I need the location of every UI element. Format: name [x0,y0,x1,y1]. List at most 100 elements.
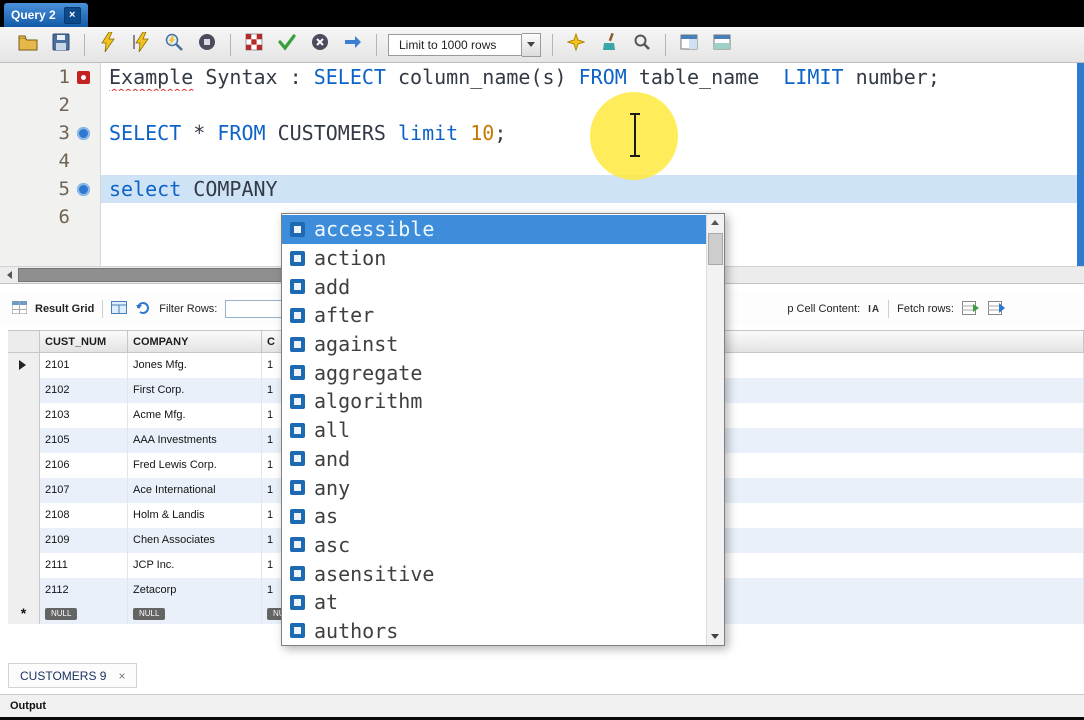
editor-line[interactable]: 1 Example Syntax : SELECT column_name(s)… [0,63,1084,91]
table-cell[interactable]: JCP Inc. [128,553,262,578]
scroll-left-icon[interactable] [1,267,17,283]
autocomplete-item[interactable]: authors [282,617,706,645]
editor-gutter: 5 [0,175,100,203]
row-selector[interactable] [8,403,40,428]
table-cell[interactable]: Chen Associates [128,528,262,553]
close-icon[interactable]: × [118,669,125,683]
autocomplete-item[interactable]: algorithm [282,387,706,416]
autocomplete-item[interactable]: asensitive [282,559,706,588]
search-button[interactable] [630,33,654,57]
table-cell[interactable]: Ace International [128,478,262,503]
grid-view-button[interactable] [111,301,128,317]
column-header[interactable]: CUST_NUM [40,331,128,352]
wrap-content-icon[interactable]: IA [868,304,880,315]
autocomplete-item[interactable]: as [282,502,706,531]
editor-right-edge [1077,63,1084,266]
beautify-button[interactable] [564,32,588,57]
autocomplete-item[interactable]: after [282,301,706,330]
commit-button[interactable] [275,33,299,57]
execute-button[interactable] [96,31,120,57]
fetch-next-button[interactable] [988,300,1006,318]
result-tab-customers[interactable]: CUSTOMERS 9 × [8,663,138,688]
close-tab-icon[interactable]: × [63,6,81,24]
code-line[interactable]: select COMPANY [100,175,1084,203]
new-row-selector[interactable]: * [8,603,40,624]
table-cell[interactable]: 2108 [40,503,128,528]
table-cell[interactable]: NULL [40,603,128,624]
stop-button[interactable] [195,33,219,57]
table-cell[interactable]: 2112 [40,578,128,603]
editor-line[interactable]: 5 select COMPANY [0,175,1084,203]
row-selector[interactable] [8,353,40,378]
row-selector[interactable] [8,428,40,453]
code-segment: LIMIT [783,65,844,89]
table-cell[interactable]: Zetacorp [128,578,262,603]
row-selector[interactable] [8,478,40,503]
lightning-icon [100,31,116,57]
rollback-button[interactable] [308,33,332,57]
open-file-button[interactable] [16,33,40,57]
editor-line[interactable]: 3 SELECT * FROM CUSTOMERS limit 10; [0,119,1084,147]
row-selector[interactable] [8,578,40,603]
editor-line[interactable]: 4 [0,147,1084,175]
scroll-up-icon[interactable] [707,214,723,231]
autocomplete-item[interactable]: and [282,445,706,474]
column-header[interactable]: COMPANY [128,331,262,352]
autocomplete-item[interactable]: against [282,330,706,359]
code-line[interactable] [100,91,1084,119]
autocomplete-scrollbar[interactable] [706,214,724,645]
table-cell[interactable]: Fred Lewis Corp. [128,453,262,478]
keyword-icon [290,307,305,323]
table-cell[interactable]: 2109 [40,528,128,553]
row-selector[interactable] [8,553,40,578]
autocomplete-item[interactable]: all [282,416,706,445]
table-cell[interactable]: 2101 [40,353,128,378]
sparkle-icon [566,32,586,56]
table-cell[interactable]: 2102 [40,378,128,403]
save-button[interactable] [49,33,73,57]
query-tab[interactable]: Query 2 × [4,3,88,27]
table-cell[interactable]: AAA Investments [128,428,262,453]
editor-line[interactable]: 2 [0,91,1084,119]
autocomplete-item[interactable]: at [282,588,706,617]
floppy-icon [52,33,70,56]
keyword-icon [290,221,305,237]
autocomplete-item[interactable]: aggregate [282,358,706,387]
row-selector[interactable] [8,528,40,553]
table-cell[interactable]: Holm & Landis [128,503,262,528]
dropdown-arrow-icon[interactable] [522,32,541,57]
code-line[interactable]: Example Syntax : SELECT column_name(s) F… [100,63,1084,91]
table-cell[interactable]: 2106 [40,453,128,478]
toggle-panel-2-button[interactable] [710,33,734,57]
table-cell[interactable]: 2105 [40,428,128,453]
table-cell[interactable]: 2111 [40,553,128,578]
autocomplete-item[interactable]: any [282,473,706,502]
autocomplete-item[interactable]: accessible [282,215,706,244]
stop-on-error-toggle[interactable] [242,33,266,57]
table-cell[interactable]: 2103 [40,403,128,428]
explain-button[interactable] [162,33,186,57]
scrollbar-thumb[interactable] [708,233,723,265]
fetch-prev-button[interactable] [962,300,980,318]
table-cell[interactable]: First Corp. [128,378,262,403]
autocomplete-item[interactable]: asc [282,531,706,560]
autocommit-toggle[interactable] [341,33,365,57]
row-selector[interactable] [8,378,40,403]
table-cell[interactable]: Jones Mfg. [128,353,262,378]
toggle-panel-1-button[interactable] [677,33,701,57]
table-cell[interactable]: NULL [128,603,262,624]
autocomplete-item[interactable]: add [282,272,706,301]
result-grid-icon [11,300,28,317]
scroll-down-icon[interactable] [707,628,723,645]
row-selector[interactable] [8,453,40,478]
refresh-button[interactable] [135,301,151,318]
lightning-cursor-icon [132,31,150,57]
autocomplete-item[interactable]: action [282,244,706,273]
row-selector[interactable] [8,503,40,528]
table-cell[interactable]: 2107 [40,478,128,503]
table-cell[interactable]: Acme Mfg. [128,403,262,428]
execute-current-button[interactable] [129,31,153,57]
autocomplete-item-label: add [314,274,351,299]
clean-button[interactable] [597,32,621,57]
row-limit-dropdown[interactable]: Limit to 1000 rows [388,32,541,57]
